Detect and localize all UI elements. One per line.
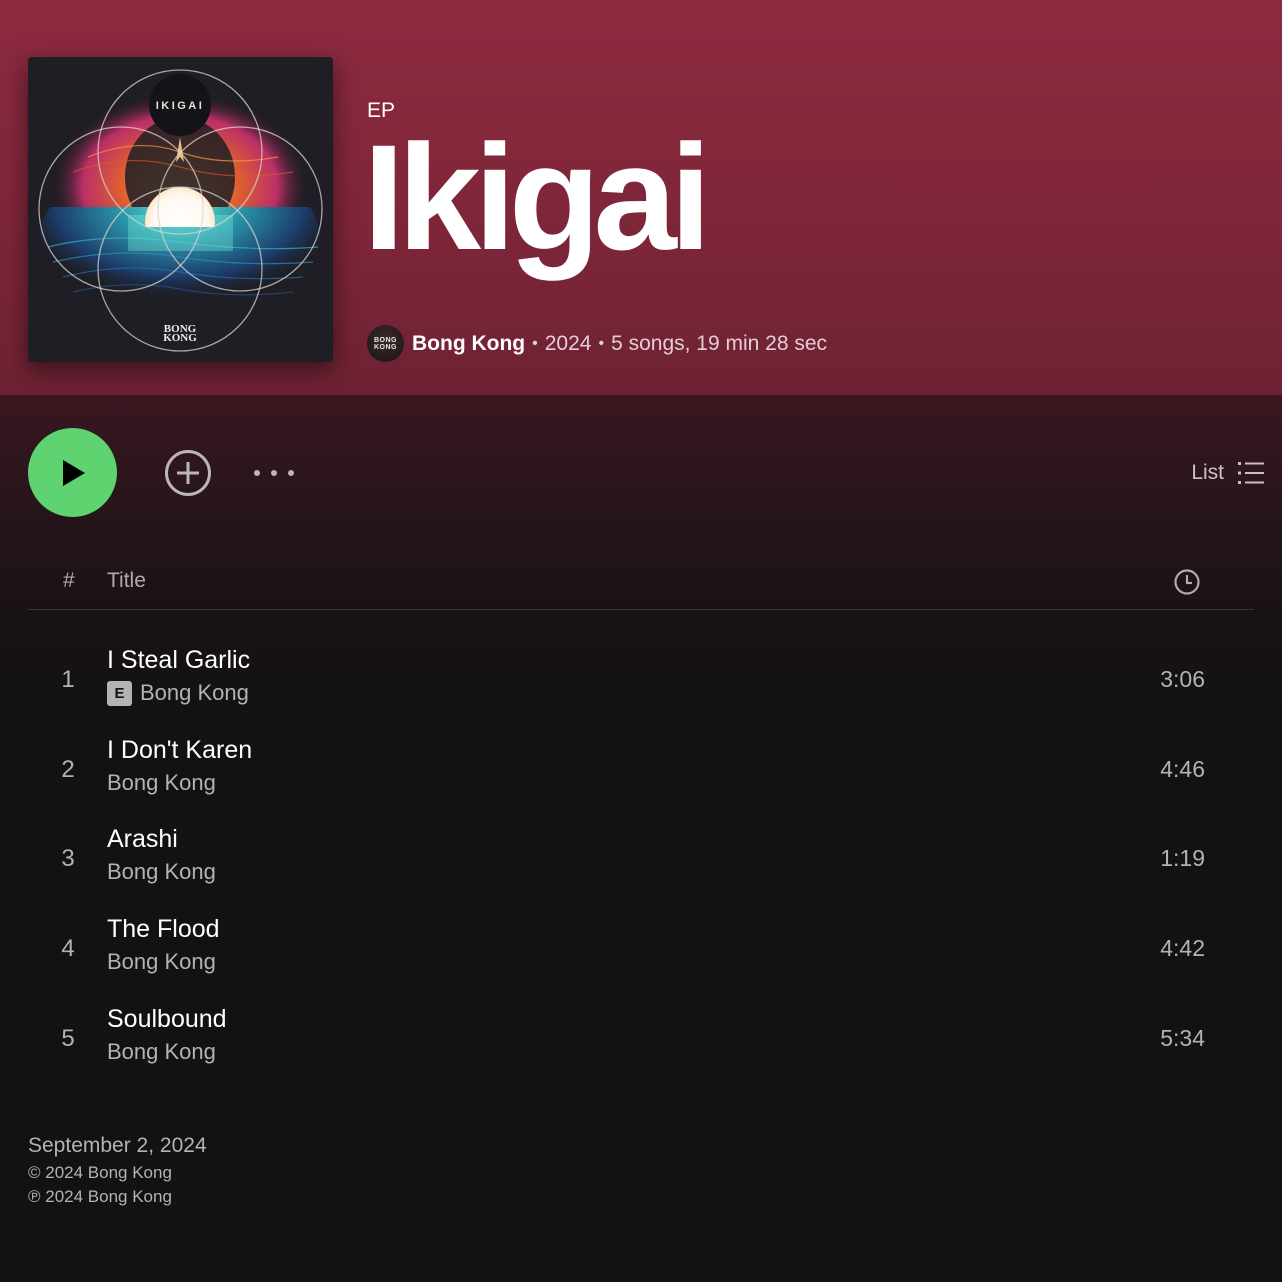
cover-title-text: IKIGAI (156, 100, 205, 112)
track-artist-row: Bong Kong (107, 949, 216, 975)
play-button[interactable] (28, 428, 117, 517)
meta-separator: • (532, 334, 538, 352)
more-options-button[interactable] (250, 460, 298, 486)
cover-logo-line2: KONG (163, 332, 197, 344)
track-number: 1 (61, 666, 75, 693)
track-duration: 5:34 (1160, 1025, 1205, 1051)
view-toggle-label: List (1191, 461, 1224, 484)
track-artist[interactable]: Bong Kong (107, 949, 216, 975)
album-cover[interactable]: IKIGAI BONG KONG (28, 57, 333, 362)
track-artist[interactable]: Bong Kong (107, 859, 216, 885)
track-artist-row: Bong Kong (107, 770, 216, 796)
explicit-badge: E (107, 680, 132, 706)
track-number: 4 (61, 935, 75, 962)
track-row[interactable]: 2 I Don't Karen Bong Kong 4:46 (28, 736, 1254, 816)
play-icon (62, 459, 85, 486)
track-title[interactable]: I Steal Garlic (107, 646, 250, 675)
track-duration: 1:19 (1160, 845, 1205, 871)
album-meta: BONG KONG Bong Kong • 2024 • 5 songs, 19… (367, 325, 827, 362)
copyright-text: © 2024 Bong Kong (28, 1163, 172, 1182)
more-icon-dot (254, 470, 260, 476)
album-title: Ikigai (363, 113, 711, 281)
track-number: 3 (61, 845, 75, 872)
track-number: 5 (61, 1025, 75, 1052)
track-row[interactable]: 5 Soulbound Bong Kong 5:34 (28, 1005, 1254, 1085)
artist-link[interactable]: Bong Kong (412, 332, 525, 356)
track-number: 2 (61, 756, 75, 783)
column-number-header: # (63, 569, 75, 592)
artist-avatar-line2: KONG (374, 343, 397, 351)
clock-icon (1174, 569, 1200, 595)
phonogram-copyright-text: ℗ 2024 Bong Kong (28, 1187, 172, 1206)
artist-avatar-line1: BONG (374, 336, 397, 344)
track-title[interactable]: The Flood (107, 915, 220, 944)
track-duration: 4:46 (1160, 756, 1205, 782)
track-title[interactable]: Arashi (107, 825, 178, 854)
list-icon (1238, 462, 1264, 484)
track-artist-row: E Bong Kong (107, 680, 249, 706)
track-title[interactable]: Soulbound (107, 1005, 227, 1034)
album-summary: 5 songs, 19 min 28 sec (611, 331, 828, 355)
track-artist[interactable]: Bong Kong (107, 1039, 216, 1065)
artist-avatar[interactable]: BONG KONG (367, 325, 404, 362)
track-artist-row: Bong Kong (107, 1039, 216, 1065)
view-toggle-button[interactable]: List (1191, 458, 1264, 488)
more-icon-dot (288, 470, 294, 476)
release-date: September 2, 2024 (28, 1134, 207, 1157)
track-duration: 4:42 (1160, 935, 1205, 961)
track-row[interactable]: 3 Arashi Bong Kong 1:19 (28, 825, 1254, 905)
track-duration: 3:06 (1160, 666, 1205, 692)
add-to-library-button[interactable] (164, 449, 212, 497)
track-artist-row: Bong Kong (107, 859, 216, 885)
more-icon-dot (271, 470, 277, 476)
track-artist[interactable]: Bong Kong (107, 770, 216, 796)
track-artist[interactable]: Bong Kong (140, 680, 249, 706)
album-cover-art: IKIGAI BONG KONG (28, 57, 333, 362)
tracklist-header: # Title (28, 560, 1254, 610)
track-row[interactable]: 1 I Steal Garlic E Bong Kong 3:06 (28, 646, 1254, 726)
track-title[interactable]: I Don't Karen (107, 736, 252, 765)
track-row[interactable]: 4 The Flood Bong Kong 4:42 (28, 915, 1254, 995)
add-circle-icon (165, 450, 211, 496)
album-year: 2024 (544, 331, 592, 355)
meta-separator: • (598, 334, 605, 352)
column-title-header: Title (107, 569, 146, 592)
